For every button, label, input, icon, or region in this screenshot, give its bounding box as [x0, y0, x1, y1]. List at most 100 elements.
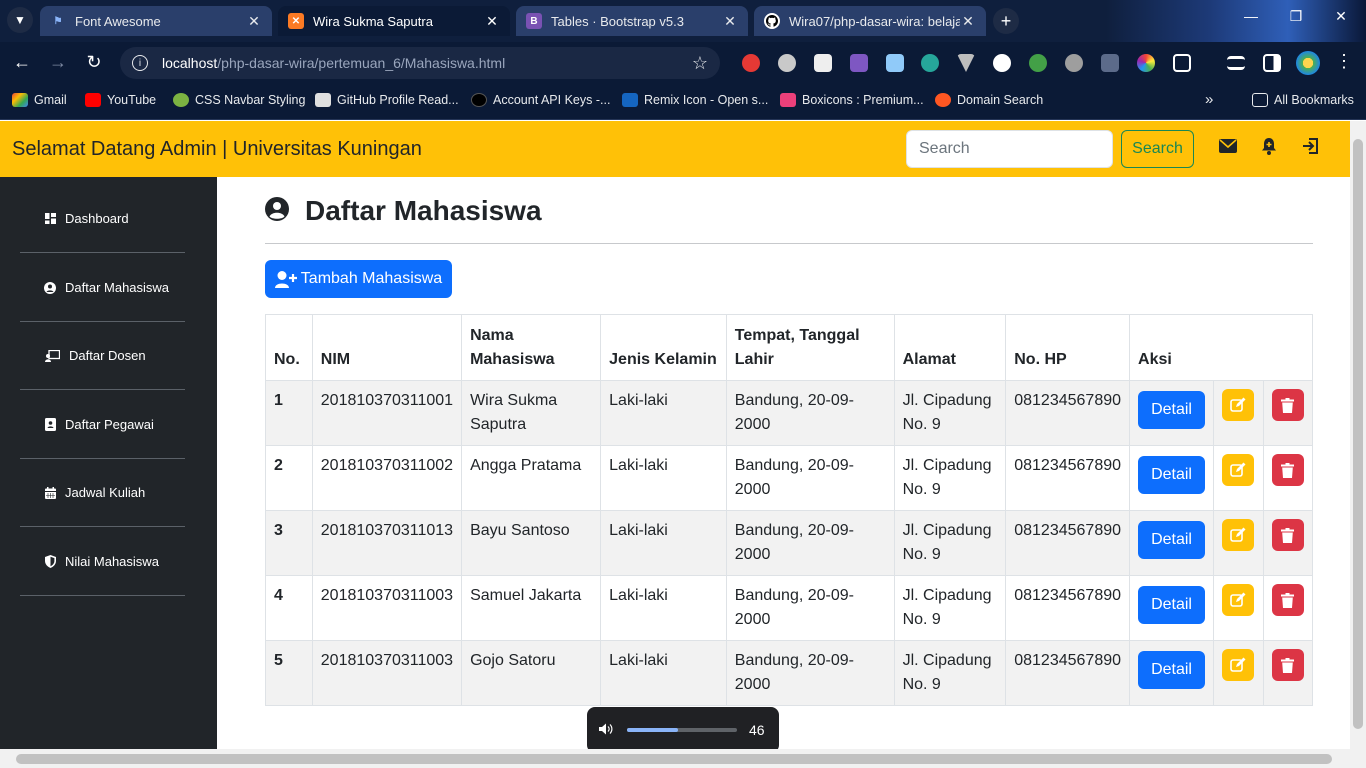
search-input[interactable]	[906, 130, 1113, 168]
profile-avatar[interactable]	[1296, 51, 1320, 75]
reload-icon[interactable]: ↻	[83, 52, 105, 73]
extension-face-icon[interactable]	[778, 54, 796, 72]
navbar-brand[interactable]: Selamat Datang Admin | Universitas Kunin…	[12, 138, 422, 161]
cell-jenis-kelamin: Laki-laki	[600, 575, 727, 641]
delete-button[interactable]	[1271, 454, 1304, 486]
close-tab-icon[interactable]: ✕	[246, 13, 262, 30]
site-info-icon[interactable]: i	[132, 55, 148, 71]
flag-icon: ⚑	[53, 15, 63, 27]
detail-button[interactable]: Detail	[1138, 521, 1206, 559]
cell-nama: Angga Pratama	[461, 445, 602, 511]
close-tab-icon[interactable]: ✕	[960, 13, 976, 30]
bookmark-youtube[interactable]: YouTube	[85, 93, 156, 107]
sidebar-item-jadwal-kuliah[interactable]: Jadwal Kuliah	[20, 459, 185, 527]
cell-ttl: Bandung, 20-09-2000	[725, 640, 895, 706]
sidebar-item-label: Daftar Pegawai	[65, 417, 154, 432]
sidebar-item-daftar-mahasiswa[interactable]: Daftar Mahasiswa	[20, 254, 185, 322]
edit-button[interactable]	[1222, 519, 1255, 551]
cell-ttl: Bandung, 20-09-2000	[725, 575, 895, 641]
back-icon[interactable]: ←	[11, 52, 33, 73]
scrollbar-thumb[interactable]	[16, 754, 1332, 764]
sidebar-item-label: Daftar Mahasiswa	[65, 280, 170, 295]
detail-button[interactable]: Detail	[1138, 651, 1206, 689]
logout-icon[interactable]	[1300, 135, 1322, 157]
edit-icon	[1230, 397, 1246, 412]
xampp-icon: ✕	[288, 13, 304, 29]
extension-plus-icon[interactable]	[993, 54, 1011, 72]
forward-icon[interactable]: →	[47, 52, 69, 73]
bookmark-css-navbar[interactable]: CSS Navbar Styling	[173, 93, 305, 107]
minimize-icon[interactable]: —	[1236, 8, 1266, 24]
tab-search-button[interactable]: ▼	[7, 7, 33, 33]
browser-tab[interactable]: ⚑ Font Awesome ✕	[40, 6, 272, 36]
student-table: No. NIM Nama Mahasiswa Jenis Kelamin Tem…	[265, 314, 1314, 706]
bookmark-star-icon[interactable]: ☆	[692, 53, 708, 74]
extension-doc-icon[interactable]	[886, 54, 904, 72]
extension-leaf-icon[interactable]	[1029, 54, 1047, 72]
cell-jenis-kelamin: Laki-laki	[600, 510, 727, 576]
detail-button[interactable]: Detail	[1138, 586, 1206, 624]
browser-tab[interactable]: B Tables · Bootstrap v5.3 ✕	[516, 6, 748, 36]
delete-button[interactable]	[1271, 389, 1304, 421]
bookmark-api-keys[interactable]: Account API Keys -...	[471, 93, 610, 107]
browser-menu-icon[interactable]: ⋮	[1333, 51, 1355, 72]
envelope-icon[interactable]	[1217, 135, 1239, 157]
browser-tab-active[interactable]: ✕ Wira Sukma Saputra ✕	[278, 6, 510, 36]
close-tab-icon[interactable]: ✕	[484, 13, 500, 30]
browser-tab-strip: ▼ ⚑ Font Awesome ✕ ✕ Wira Sukma Saputra …	[0, 0, 1366, 42]
extension-color-icon[interactable]	[1137, 54, 1155, 72]
edit-button[interactable]	[1222, 584, 1255, 616]
sidebar-item-label: Jadwal Kuliah	[65, 485, 146, 500]
bookmark-remix-icon[interactable]: Remix Icon - Open s...	[622, 93, 768, 107]
restore-icon[interactable]: ❐	[1281, 8, 1311, 25]
detail-button[interactable]: Detail	[1138, 391, 1206, 429]
close-window-icon[interactable]: ✕	[1326, 8, 1356, 25]
extension-move-icon[interactable]	[1101, 54, 1119, 72]
search-button[interactable]: Search	[1121, 130, 1194, 168]
scrollbar-thumb[interactable]	[1353, 139, 1363, 729]
sidebar-item-daftar-pegawai[interactable]: Daftar Pegawai	[20, 391, 185, 459]
delete-button[interactable]	[1271, 584, 1304, 616]
extension-graduation-icon[interactable]	[850, 54, 868, 72]
delete-button[interactable]	[1271, 649, 1304, 681]
bookmark-github-profile[interactable]: GitHub Profile Read...	[315, 93, 459, 107]
horizontal-scrollbar[interactable]	[0, 749, 1366, 768]
vertical-scrollbar[interactable]	[1350, 121, 1366, 749]
bookmark-boxicons[interactable]: Boxicons : Premium...	[780, 93, 924, 107]
extension-v-icon[interactable]	[957, 54, 975, 72]
detail-button[interactable]: Detail	[1138, 456, 1206, 494]
all-bookmarks[interactable]: All Bookmarks	[1252, 93, 1354, 107]
cell-delete	[1262, 445, 1314, 511]
cell-edit	[1213, 445, 1264, 511]
bookmark-gmail[interactable]: Gmail	[12, 93, 67, 107]
extension-grid-icon[interactable]	[814, 54, 832, 72]
edit-button[interactable]	[1222, 649, 1255, 681]
side-panel-icon[interactable]	[1263, 54, 1281, 72]
sidebar-item-nilai-mahasiswa[interactable]: Nilai Mahasiswa	[20, 528, 185, 596]
bookmark-domain-search[interactable]: Domain Search	[935, 93, 1043, 107]
cell-delete	[1262, 575, 1314, 641]
extensions-puzzle-icon[interactable]	[1173, 54, 1191, 72]
browser-tab[interactable]: Wira07/php-dasar-wira: belajar ✕	[754, 6, 986, 36]
volume-slider-fill	[627, 728, 678, 732]
cell-nama: Wira Sukma Saputra	[461, 380, 602, 446]
extension-gear-icon[interactable]	[1065, 54, 1083, 72]
bell-icon[interactable]	[1258, 135, 1280, 157]
edit-button[interactable]	[1222, 389, 1255, 421]
sidebar-item-daftar-dosen[interactable]: Daftar Dosen	[20, 322, 185, 390]
cell-ttl: Bandung, 20-09-2000	[725, 510, 895, 576]
volume-slider[interactable]	[627, 728, 737, 732]
sidebar-item-dashboard[interactable]: Dashboard	[20, 185, 185, 253]
more-bookmarks-icon[interactable]: »	[1205, 91, 1213, 108]
close-tab-icon[interactable]: ✕	[722, 13, 738, 30]
add-student-button[interactable]: Tambah Mahasiswa	[265, 260, 452, 298]
reading-list-icon[interactable]	[1227, 56, 1245, 70]
delete-button[interactable]	[1271, 519, 1304, 551]
col-header-jenis-kelamin: Jenis Kelamin	[600, 314, 727, 381]
table-row: 5 201810370311003 Gojo Satoru Laki-laki Band…	[265, 640, 1314, 706]
edit-button[interactable]	[1222, 454, 1255, 486]
address-bar[interactable]: i localhost/php-dasar-wira/pertemuan_6/M…	[120, 47, 720, 79]
extension-m-icon[interactable]	[921, 54, 939, 72]
new-tab-button[interactable]: +	[993, 8, 1019, 34]
extension-stop-icon[interactable]	[742, 54, 760, 72]
